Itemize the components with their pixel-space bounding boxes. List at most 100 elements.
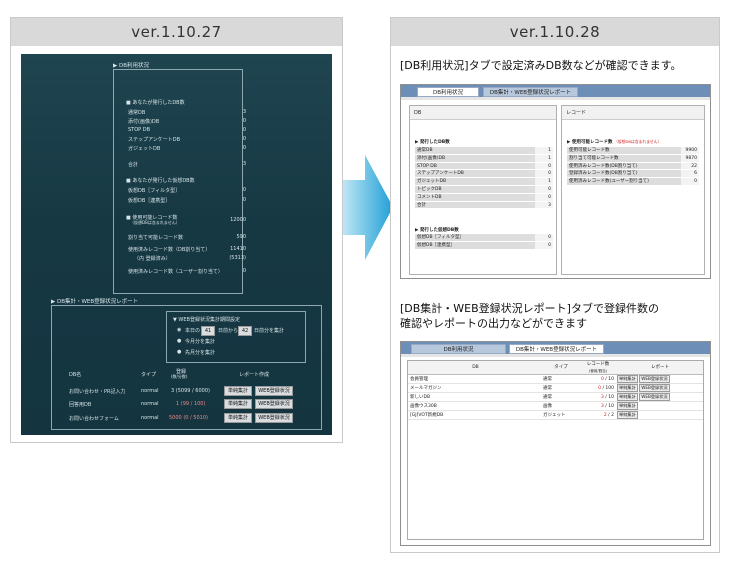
web-report-button[interactable]: WEB登録状況 bbox=[639, 375, 670, 383]
web-report-button[interactable]: WEB登録状況 bbox=[255, 413, 293, 423]
db-usage-title: ▶ DB利用状況 bbox=[113, 63, 149, 69]
used-sub-value: (5313) bbox=[229, 255, 246, 261]
report-table-header: DB タイプ レコード数 (使用/割当) レポート bbox=[408, 361, 703, 375]
report-row-type: normal bbox=[141, 388, 159, 394]
table-row: 使用済みレコード数(ユーザー割り当て) 0 bbox=[567, 178, 699, 186]
table-row: 割り当て可能レコード数 9870 bbox=[567, 154, 699, 163]
table-row: 通常DB 1 bbox=[415, 147, 553, 155]
period-from-label: 本日の bbox=[185, 328, 201, 334]
virtual-row-value: 0 bbox=[242, 197, 246, 203]
user-assigned-value: 0 bbox=[242, 268, 246, 274]
own-db-row-value: 0 bbox=[242, 118, 246, 124]
period-from-select[interactable]: 41 bbox=[201, 326, 215, 336]
caption-report-1: [DB集計・WEB登録状況レポート]タブで登録件数の bbox=[400, 302, 659, 315]
web-report-button[interactable]: WEB登録状況 bbox=[639, 384, 670, 392]
col-db: DB bbox=[472, 365, 479, 370]
period-title: ▼ WEB登録状況集計期間設定 bbox=[173, 317, 240, 323]
table-row: コメントDB 0 bbox=[415, 193, 553, 202]
tab-bar: DB利用状況 DB集計・WEB登録状況レポート bbox=[401, 342, 710, 354]
period-this-month-label: 今月分を集計 bbox=[185, 339, 216, 345]
own-db-table: 通常DB 1 添付(画像)DB 1 STOP DB 0 ステップアンケートDB 0 ガジ… bbox=[415, 147, 553, 210]
report-tab-screenshot: DB利用状況 DB集計・WEB登録状況レポート DB タイプ レコード数 (使用/… bbox=[400, 341, 711, 546]
period-end-label: 日前分を集計 bbox=[254, 328, 285, 334]
db-header: DB bbox=[410, 106, 556, 120]
simple-report-button[interactable]: 単純集計 bbox=[617, 411, 638, 419]
col-report: レポート bbox=[651, 365, 669, 370]
table-row: 登録済みレコード数(DB割り当て) 6 bbox=[567, 170, 699, 179]
col-type: タイプ bbox=[554, 365, 568, 370]
radio-this-month[interactable]: ● bbox=[177, 338, 181, 344]
virtual-db-table: 仮想DB［フィルタ型］ 0 仮想DB［連携型］ 0 bbox=[415, 234, 553, 250]
user-assigned-label: 使用済みレコード数（ユーザー割り当て） bbox=[128, 269, 223, 275]
arrow-right-icon bbox=[343, 155, 393, 260]
col-type: タイプ bbox=[141, 372, 157, 378]
simple-report-button[interactable]: 単純集計 bbox=[224, 399, 252, 409]
report-title: ▶ DB集計・WEB登録状況レポート bbox=[51, 299, 139, 305]
table-row: ガジェットDB 1 bbox=[415, 178, 553, 186]
own-total-label: 合計 bbox=[128, 162, 139, 168]
old-admin-screenshot: ▶ DB利用状況 ■ あなたが発行したDB数 通常DB 3 添付(画像)DB 0… bbox=[21, 54, 332, 435]
col-db: DB名 bbox=[69, 372, 82, 378]
report-table: DB タイプ レコード数 (使用/割当) レポート 会員管理 通常 0 / 10 … bbox=[407, 360, 704, 540]
used-sub-label: （内 登録済み） bbox=[134, 256, 171, 262]
record-header: レコード bbox=[562, 106, 704, 120]
report-row-name: お問い合わせ・PR記入力 bbox=[69, 389, 126, 395]
assigned-label: 割り当て可能レコード数 bbox=[128, 235, 184, 241]
table-row: 仮想DB［連携型］ 0 bbox=[415, 241, 553, 250]
used-label: 使用済みレコード数（DB割り当て） bbox=[128, 247, 211, 253]
virtual-row-value: 0 bbox=[242, 187, 246, 193]
report-row-count: 1 (99 / 100) bbox=[176, 401, 206, 407]
table-row: 仮想DB［フィルタ型］ 0 bbox=[415, 234, 553, 242]
web-report-button[interactable]: WEB登録状況 bbox=[255, 386, 293, 396]
own-db-row-value: 0 bbox=[242, 127, 246, 133]
used-value: 11410 bbox=[230, 246, 246, 252]
table-row: 使用済みレコード数(DB割り当て) 22 bbox=[567, 162, 699, 171]
table-row: ステップアンケートDB 0 bbox=[415, 170, 553, 179]
table-row: 会員管理 通常 0 / 10 単純集計 WEB登録状況 bbox=[408, 375, 703, 384]
report-row-name: お問い合わせフォーム bbox=[69, 416, 119, 422]
web-report-button[interactable]: WEB登録状況 bbox=[639, 393, 670, 401]
table-row: 新しいDB 通常 3 / 10 単純集計 WEB登録状況 bbox=[408, 393, 703, 402]
tab-bar: DB利用状況 DB集計・WEB登録状況レポート bbox=[401, 85, 710, 97]
assigned-value: 590 bbox=[236, 234, 246, 240]
web-report-button[interactable]: WEB登録状況 bbox=[255, 399, 293, 409]
records-value: 12000 bbox=[230, 217, 246, 223]
tab-db-usage[interactable]: DB利用状況 bbox=[411, 344, 506, 354]
own-db-row-label: ステップアンケートDB bbox=[128, 137, 181, 143]
radio-last-month[interactable]: ● bbox=[177, 349, 181, 355]
virtual-row-label: 仮想DB［連携型］ bbox=[128, 198, 171, 204]
records-sub: （仮想DBは含まれません） bbox=[130, 220, 180, 225]
simple-report-button[interactable]: 単純集計 bbox=[617, 375, 638, 383]
own-db-row-value: 3 bbox=[242, 109, 246, 115]
own-db-row-label: STOP DB bbox=[128, 127, 151, 133]
usage-tab-screenshot: DB利用状況 DB集計・WEB登録状況レポート DB ▶ 発行したDB数 通常D… bbox=[400, 84, 711, 279]
col-report: レポート作成 bbox=[239, 372, 270, 378]
radio-from[interactable]: ◉ bbox=[177, 327, 181, 333]
tab-db-usage[interactable]: DB利用状況 bbox=[417, 87, 479, 97]
table-row: 添付(画像)DB 1 bbox=[415, 154, 553, 163]
simple-report-button[interactable]: 単純集計 bbox=[224, 413, 252, 423]
simple-report-button[interactable]: 単純集計 bbox=[617, 393, 638, 401]
own-db-title: ■ あなたが発行したDB数 bbox=[126, 100, 185, 106]
record-section: レコード bbox=[561, 105, 705, 275]
period-last-month-label: 先月分を集計 bbox=[185, 350, 216, 356]
tab-db-report[interactable]: DB集計・WEB登録状況レポート bbox=[483, 87, 578, 97]
report-row-type: normal bbox=[141, 401, 159, 407]
simple-report-button[interactable]: 単純集計 bbox=[617, 384, 638, 392]
own-db-group: ▶ 発行したDB数 bbox=[415, 140, 450, 145]
version-label: ver.1.10.28 bbox=[391, 18, 719, 46]
simple-report-button[interactable]: 単純集計 bbox=[617, 402, 638, 410]
old-version-panel: ver.1.10.27 ▶ DB利用状況 ■ あなたが発行したDB数 通常DB … bbox=[10, 17, 343, 443]
records-table: 使用可能レコード数 9900 割り当て可能レコード数 9870 使用済みレコード数(… bbox=[567, 147, 699, 186]
tab-db-report[interactable]: DB集計・WEB登録状況レポート bbox=[509, 344, 604, 354]
virtual-db-title: ■ あなたが発行した仮想DB数 bbox=[126, 178, 195, 184]
period-to-select[interactable]: 42 bbox=[238, 326, 252, 336]
own-total-value: 3 bbox=[242, 161, 246, 167]
new-version-panel: ver.1.10.28 [DB利用状況]タブで設定済みDB数などが確認できます。… bbox=[390, 17, 720, 553]
table-row: トピックDB 0 bbox=[415, 185, 553, 194]
simple-report-button[interactable]: 単純集計 bbox=[224, 386, 252, 396]
table-row: [GJ]VOT新規DB ガジェット 2 / 2 単純集計 bbox=[408, 411, 703, 420]
version-label: ver.1.10.27 bbox=[11, 18, 342, 46]
table-row: 使用可能レコード数 9900 bbox=[567, 147, 699, 155]
records-note: （仮想DBは含まれません） bbox=[614, 139, 662, 144]
